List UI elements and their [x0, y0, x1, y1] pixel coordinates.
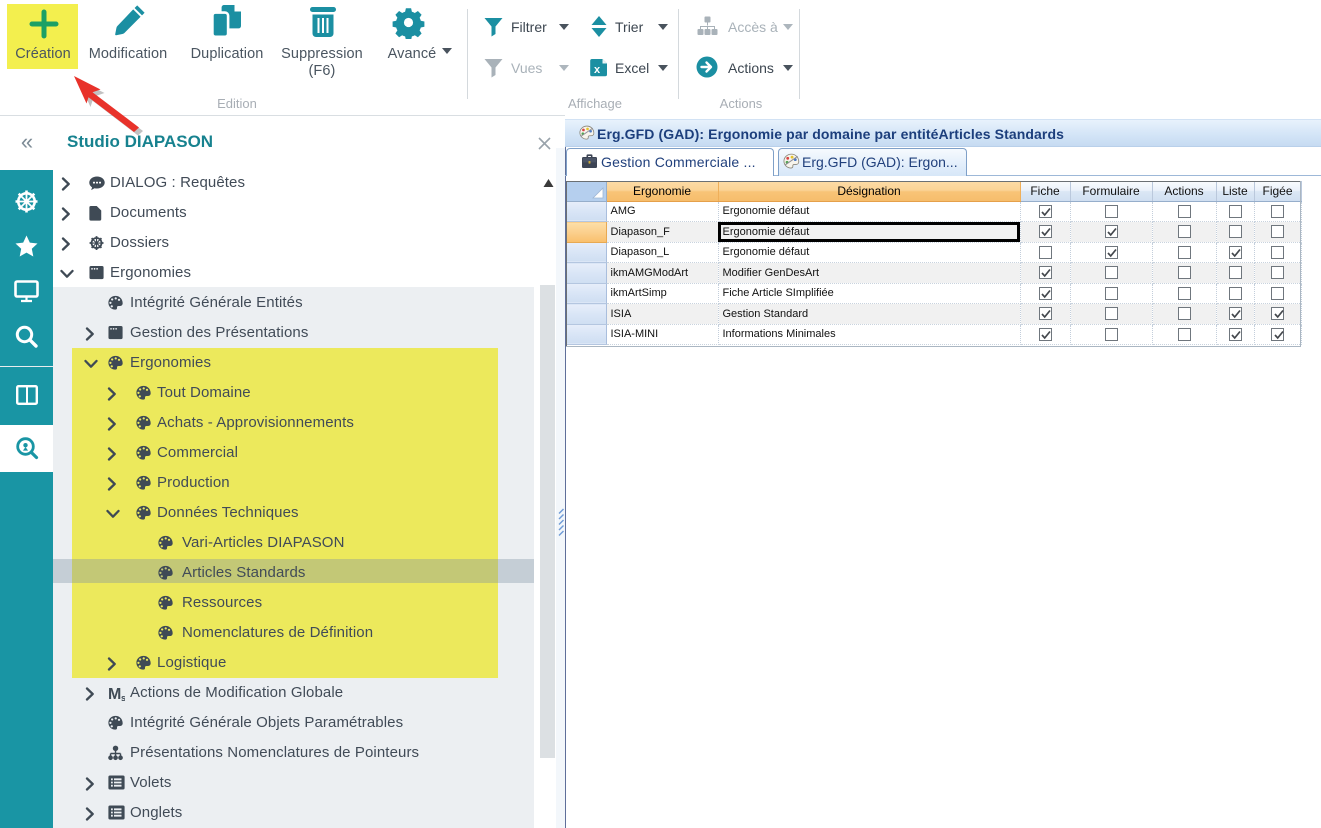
svg-text:x: x: [594, 64, 601, 76]
